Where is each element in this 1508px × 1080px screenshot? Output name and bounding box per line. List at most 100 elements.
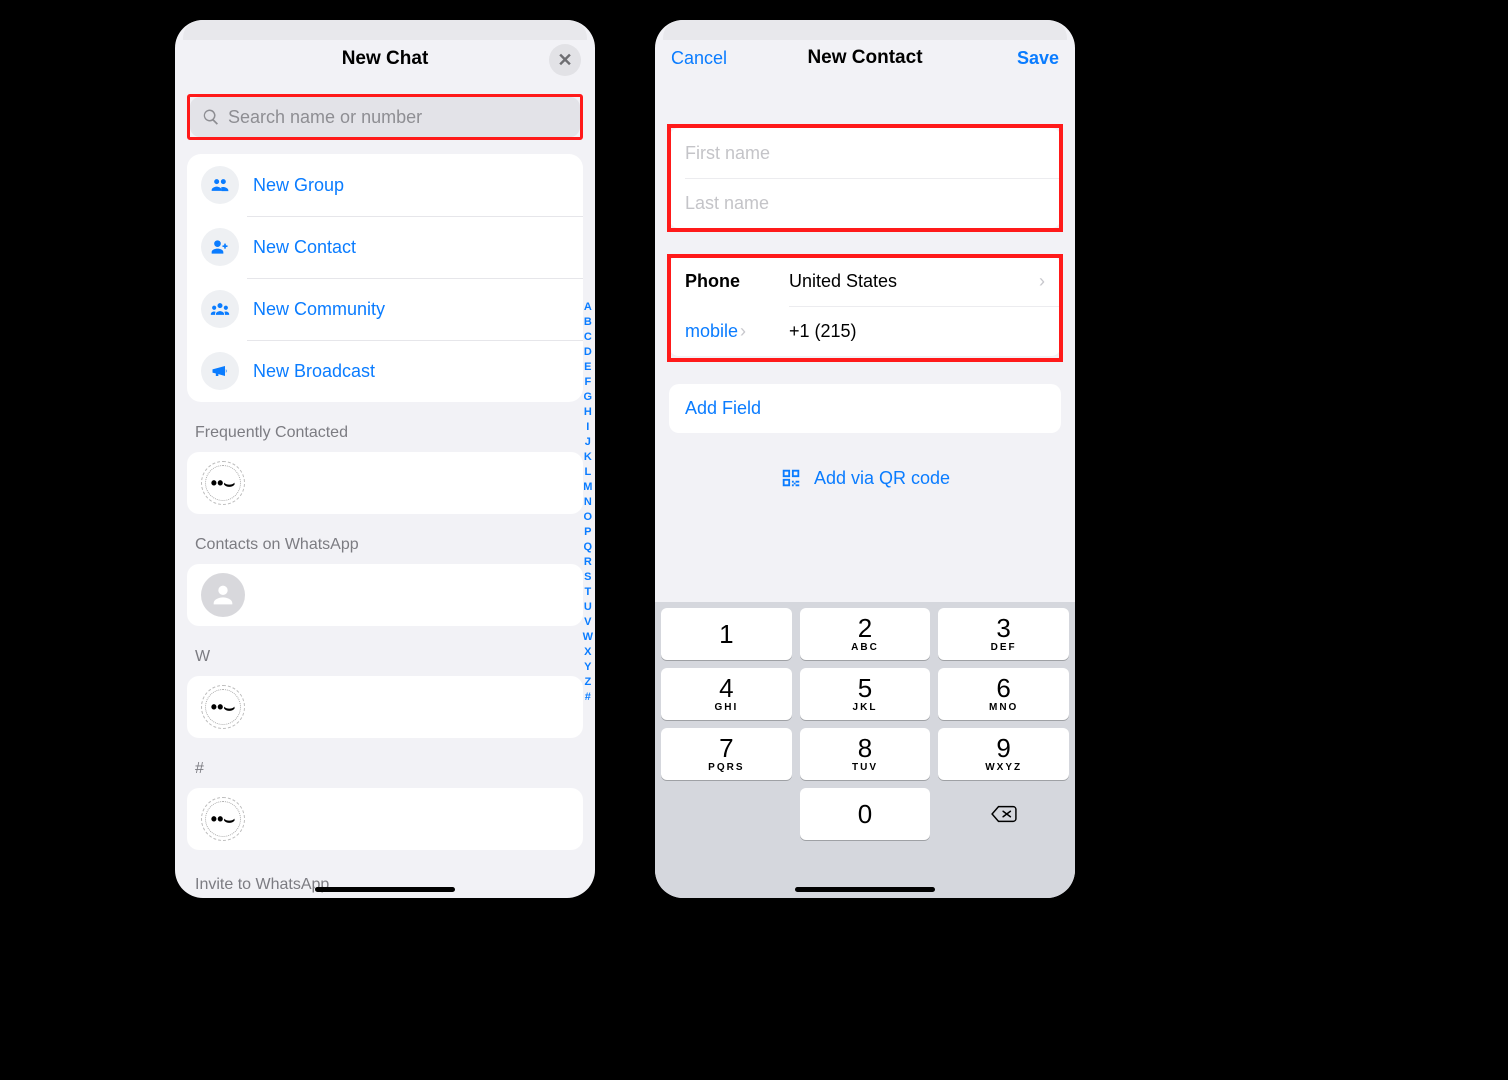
key-5[interactable]: 5JKL: [800, 668, 931, 720]
cancel-button[interactable]: Cancel: [671, 48, 727, 69]
section-letter-w: W: [195, 648, 575, 666]
contact-row-w[interactable]: ••⌣: [187, 676, 583, 738]
keypad-grid: 12ABC3DEF4GHI5JKL6MNO7PQRS8TUV9WXYZ0: [661, 608, 1069, 840]
key-letters: TUV: [852, 762, 878, 773]
index-letter[interactable]: O: [584, 510, 593, 524]
key-digit: 7: [719, 735, 733, 761]
add-field-label: Add Field: [685, 398, 761, 418]
phone-number-value: +1 (215): [789, 321, 1045, 342]
new-community-label: New Community: [253, 299, 385, 320]
add-field-button[interactable]: Add Field: [669, 384, 1061, 433]
new-broadcast-label: New Broadcast: [253, 361, 375, 382]
phone-card: Phone United States › mobile › +1 (215): [669, 256, 1061, 356]
key-digit: 9: [996, 735, 1010, 761]
last-name-field[interactable]: Last name: [669, 178, 1061, 228]
mobile-label-button[interactable]: mobile ›: [685, 321, 789, 342]
contact-row-frequent[interactable]: ••⌣: [187, 452, 583, 514]
new-broadcast-row[interactable]: New Broadcast: [187, 340, 583, 402]
key-letters: JKL: [853, 702, 878, 713]
mobile-label: mobile: [685, 321, 738, 342]
index-letter[interactable]: T: [584, 585, 591, 599]
index-letter[interactable]: Q: [584, 540, 593, 554]
save-button[interactable]: Save: [1017, 48, 1059, 69]
backspace-key[interactable]: [938, 788, 1069, 840]
key-7[interactable]: 7PQRS: [661, 728, 792, 780]
contact-row-whatsapp[interactable]: [187, 564, 583, 626]
index-letter[interactable]: J: [585, 435, 591, 449]
index-letter[interactable]: W: [583, 630, 593, 644]
key-digit: 8: [858, 735, 872, 761]
section-contacts-on-whatsapp: Contacts on WhatsApp: [195, 536, 575, 554]
new-group-row[interactable]: New Group: [187, 154, 583, 216]
first-name-field[interactable]: First name: [669, 128, 1061, 178]
search-input[interactable]: Search name or number: [190, 97, 580, 137]
new-contact-row[interactable]: New Contact: [187, 216, 583, 278]
close-icon: ✕: [557, 50, 572, 71]
person-icon: [209, 581, 237, 609]
actions-card: New Group New Contact New Community New …: [187, 154, 583, 402]
search-highlight: Search name or number: [187, 94, 583, 140]
add-via-qr-label: Add via QR code: [814, 468, 950, 489]
header: Cancel New Contact Save: [655, 32, 1075, 84]
key-9[interactable]: 9WXYZ: [938, 728, 1069, 780]
broadcast-icon: [201, 352, 239, 390]
group-icon: [201, 166, 239, 204]
key-4[interactable]: 4GHI: [661, 668, 792, 720]
index-letter[interactable]: U: [584, 600, 592, 614]
index-letter[interactable]: A: [584, 300, 592, 314]
key-0[interactable]: 0: [800, 788, 931, 840]
index-letter[interactable]: K: [584, 450, 592, 464]
avatar-smiley: ••⌣: [201, 461, 245, 505]
key-digit: 5: [858, 675, 872, 701]
mobile-row[interactable]: mobile › +1 (215): [669, 306, 1061, 356]
qr-icon: [780, 467, 802, 489]
chevron-right-icon: ›: [1039, 271, 1045, 292]
section-frequently-contacted: Frequently Contacted: [195, 424, 575, 442]
index-letter[interactable]: P: [584, 525, 591, 539]
index-letter[interactable]: S: [584, 570, 591, 584]
add-via-qr-button[interactable]: Add via QR code: [655, 467, 1075, 489]
phone-new-chat: New Chat ✕ Search name or number New Gro…: [175, 20, 595, 898]
search-placeholder: Search name or number: [228, 107, 422, 128]
key-letters: WXYZ: [985, 762, 1022, 773]
index-letter[interactable]: F: [584, 375, 591, 389]
key-digit: 2: [858, 615, 872, 641]
alphabet-index[interactable]: ABCDEFGHIJKLMNOPQRSTUVWXYZ#: [583, 300, 593, 704]
index-letter[interactable]: X: [584, 645, 591, 659]
new-contact-label: New Contact: [253, 237, 356, 258]
index-letter[interactable]: D: [584, 345, 592, 359]
section-hash: #: [195, 760, 575, 778]
index-letter[interactable]: Y: [584, 660, 591, 674]
index-letter[interactable]: #: [585, 690, 591, 704]
contact-row-hash[interactable]: ••⌣: [187, 788, 583, 850]
new-community-row[interactable]: New Community: [187, 278, 583, 340]
index-letter[interactable]: V: [584, 615, 591, 629]
close-button[interactable]: ✕: [549, 44, 581, 76]
index-letter[interactable]: H: [584, 405, 592, 419]
index-letter[interactable]: B: [584, 315, 592, 329]
key-digit: 3: [996, 615, 1010, 641]
index-letter[interactable]: L: [584, 465, 591, 479]
page-title: New Chat: [342, 48, 429, 70]
index-letter[interactable]: G: [584, 390, 593, 404]
key-8[interactable]: 8TUV: [800, 728, 931, 780]
index-letter[interactable]: C: [584, 330, 592, 344]
key-3[interactable]: 3DEF: [938, 608, 1069, 660]
index-letter[interactable]: Z: [584, 675, 591, 689]
index-letter[interactable]: M: [583, 480, 592, 494]
key-digit: 0: [858, 801, 872, 827]
index-letter[interactable]: N: [584, 495, 592, 509]
index-letter[interactable]: R: [584, 555, 592, 569]
key-digit: 6: [996, 675, 1010, 701]
key-letters: ABC: [851, 642, 879, 653]
phone-label: Phone: [685, 271, 789, 292]
key-1[interactable]: 1: [661, 608, 792, 660]
backspace-icon: [989, 803, 1019, 825]
index-letter[interactable]: E: [584, 360, 591, 374]
key-2[interactable]: 2ABC: [800, 608, 931, 660]
key-6[interactable]: 6MNO: [938, 668, 1069, 720]
key-letters: PQRS: [708, 762, 744, 773]
index-letter[interactable]: I: [586, 420, 589, 434]
country-row[interactable]: Phone United States ›: [669, 256, 1061, 306]
country-value: United States: [789, 271, 1039, 292]
